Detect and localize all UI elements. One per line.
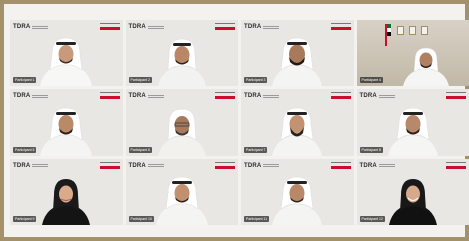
video-call-frame: TDRA Participant 1 TDRA Participant 2 TD…: [0, 0, 469, 241]
participant-tile[interactable]: TDRA Participant 12: [356, 158, 469, 225]
tdra-arabic-logo: [446, 161, 466, 170]
flag-icon: [384, 24, 391, 46]
participant-video: [38, 34, 94, 87]
participant-tile[interactable]: TDRA Participant 6: [125, 89, 238, 156]
participant-name-tag: Participant 7: [244, 146, 268, 153]
participant-tile[interactable]: TDRA Participant 5: [10, 89, 123, 156]
tdra-logo: TDRA: [13, 163, 49, 169]
participant-name-tag: Participant 10: [128, 216, 154, 222]
tdra-arabic-logo: [330, 92, 351, 100]
tdra-logo: TDRA: [13, 24, 49, 30]
portrait-frame-icon: [396, 26, 404, 35]
portrait-frame-icon: [420, 26, 428, 35]
participant-name-tag: Participant 8: [359, 146, 383, 153]
participant-tile[interactable]: TDRA Participant 7: [241, 89, 354, 156]
participant-video: [269, 173, 325, 225]
tdra-logo: TDRA: [129, 24, 164, 30]
participant-name-tag: Participant 5: [13, 146, 37, 153]
participant-video: [401, 46, 451, 87]
participant-name-tag: Participant 12: [359, 216, 385, 222]
participant-name-tag: Participant 9: [13, 216, 37, 222]
tdra-logo: TDRA: [360, 163, 395, 169]
tdra-logo: TDRA: [13, 93, 49, 99]
participant-tile[interactable]: TDRA Participant 8: [356, 89, 469, 156]
tdra-arabic-logo: [99, 23, 120, 31]
participant-tile[interactable]: TDRA Participant 11: [241, 158, 354, 225]
participant-video: [38, 173, 94, 225]
participant-tile[interactable]: Participant 4: [356, 20, 469, 87]
tdra-arabic-logo: [330, 161, 351, 170]
participant-video: [154, 34, 210, 87]
participant-video: [154, 173, 210, 225]
tdra-arabic-logo: [99, 92, 120, 100]
tdra-arabic-logo: [215, 92, 235, 100]
participant-tile[interactable]: TDRA Participant 1: [10, 20, 123, 87]
tdra-arabic-logo: [99, 161, 120, 170]
participant-name-tag: Participant 1: [13, 77, 37, 84]
participant-video: [385, 104, 441, 156]
participant-name-tag: Participant 2: [128, 77, 152, 84]
tdra-arabic-logo: [330, 23, 351, 31]
tdra-logo: TDRA: [244, 24, 280, 30]
participant-video: [269, 104, 325, 156]
participant-tile[interactable]: TDRA Participant 9: [10, 158, 123, 225]
tdra-logo: TDRA: [129, 93, 164, 99]
participant-video: [385, 173, 441, 225]
participant-name-tag: Participant 4: [359, 77, 383, 84]
participant-tile[interactable]: TDRA Participant 3: [241, 20, 354, 87]
tdra-arabic-logo: [215, 23, 235, 31]
participant-tile[interactable]: TDRA Participant 2: [125, 20, 238, 87]
portrait-frame-icon: [408, 26, 416, 35]
participant-tile[interactable]: TDRA Participant 10: [125, 158, 238, 225]
participant-video: [269, 34, 325, 87]
participant-name-tag: Participant 6: [128, 146, 152, 153]
participant-name-tag: Participant 11: [244, 216, 270, 222]
tdra-logo: TDRA: [360, 93, 395, 99]
tdra-logo: TDRA: [244, 93, 280, 99]
participant-grid: TDRA Participant 1 TDRA Participant 2 TD…: [10, 20, 469, 225]
tdra-logo: TDRA: [244, 163, 280, 169]
participant-video: [38, 104, 94, 156]
tdra-arabic-logo: [446, 92, 466, 100]
tdra-logo: TDRA: [129, 163, 164, 169]
participant-name-tag: Participant 3: [244, 77, 268, 84]
participant-video: [154, 104, 210, 156]
tdra-arabic-logo: [215, 161, 235, 170]
